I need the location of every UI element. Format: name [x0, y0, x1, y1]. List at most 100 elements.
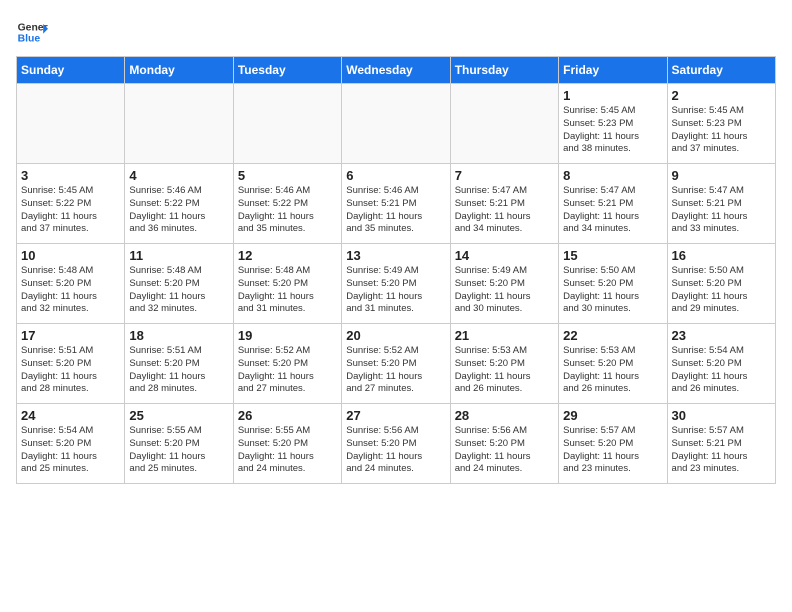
- day-info: Sunrise: 5:50 AM Sunset: 5:20 PM Dayligh…: [672, 265, 771, 316]
- day-number: 21: [455, 328, 554, 343]
- day-cell-27: 27 Sunrise: 5:56 AM Sunset: 5:20 PM Dayli…: [342, 404, 450, 484]
- weekday-header-monday: Monday: [125, 57, 233, 84]
- day-info: Sunrise: 5:53 AM Sunset: 5:20 PM Dayligh…: [563, 345, 662, 396]
- day-cell-18: 18 Sunrise: 5:51 AM Sunset: 5:20 PM Dayli…: [125, 324, 233, 404]
- day-number: 14: [455, 248, 554, 263]
- day-cell-1: 1 Sunrise: 5:45 AM Sunset: 5:23 PM Daylig…: [559, 84, 667, 164]
- day-cell-2: 2 Sunrise: 5:45 AM Sunset: 5:23 PM Daylig…: [667, 84, 775, 164]
- day-info: Sunrise: 5:54 AM Sunset: 5:20 PM Dayligh…: [672, 345, 771, 396]
- day-cell-19: 19 Sunrise: 5:52 AM Sunset: 5:20 PM Dayli…: [233, 324, 341, 404]
- day-cell-13: 13 Sunrise: 5:49 AM Sunset: 5:20 PM Dayli…: [342, 244, 450, 324]
- week-row-5: 24 Sunrise: 5:54 AM Sunset: 5:20 PM Dayli…: [17, 404, 776, 484]
- day-cell-6: 6Sunrise: 5:46 AM Sunset: 5:21 PM Daylig…: [342, 164, 450, 244]
- day-number: 24: [21, 408, 120, 423]
- day-number: 7: [455, 168, 554, 183]
- day-cell-17: 17 Sunrise: 5:51 AM Sunset: 5:20 PM Dayli…: [17, 324, 125, 404]
- day-info: Sunrise: 5:46 AM Sunset: 5:22 PM Dayligh…: [129, 185, 228, 236]
- day-cell-30: 30 Sunrise: 5:57 AM Sunset: 5:21 PM Dayli…: [667, 404, 775, 484]
- day-number: 20: [346, 328, 445, 343]
- day-cell-25: 25Sunrise: 5:55 AM Sunset: 5:20 PM Dayli…: [125, 404, 233, 484]
- day-info: Sunrise: 5:49 AM Sunset: 5:20 PM Dayligh…: [455, 265, 554, 316]
- day-number: 3: [21, 168, 120, 183]
- day-cell-4: 4 Sunrise: 5:46 AM Sunset: 5:22 PM Daylig…: [125, 164, 233, 244]
- weekday-header-friday: Friday: [559, 57, 667, 84]
- day-number: 4: [129, 168, 228, 183]
- day-info: Sunrise: 5:53 AM Sunset: 5:20 PM Dayligh…: [455, 345, 554, 396]
- day-cell-29: 29Sunrise: 5:57 AM Sunset: 5:20 PM Dayli…: [559, 404, 667, 484]
- day-number: 2: [672, 88, 771, 103]
- week-row-4: 17 Sunrise: 5:51 AM Sunset: 5:20 PM Dayli…: [17, 324, 776, 404]
- day-cell-11: 11Sunrise: 5:48 AM Sunset: 5:20 PM Dayli…: [125, 244, 233, 324]
- day-number: 23: [672, 328, 771, 343]
- day-info: Sunrise: 5:47 AM Sunset: 5:21 PM Dayligh…: [455, 185, 554, 236]
- day-info: Sunrise: 5:48 AM Sunset: 5:20 PM Dayligh…: [21, 265, 120, 316]
- empty-cell: [233, 84, 341, 164]
- empty-cell: [17, 84, 125, 164]
- empty-cell: [450, 84, 558, 164]
- day-cell-10: 10 Sunrise: 5:48 AM Sunset: 5:20 PM Dayli…: [17, 244, 125, 324]
- day-number: 28: [455, 408, 554, 423]
- day-info: Sunrise: 5:54 AM Sunset: 5:20 PM Dayligh…: [21, 425, 120, 476]
- day-number: 16: [672, 248, 771, 263]
- day-number: 18: [129, 328, 228, 343]
- day-cell-22: 22 Sunrise: 5:53 AM Sunset: 5:20 PM Dayli…: [559, 324, 667, 404]
- day-cell-8: 8Sunrise: 5:47 AM Sunset: 5:21 PM Daylig…: [559, 164, 667, 244]
- day-info: Sunrise: 5:52 AM Sunset: 5:20 PM Dayligh…: [238, 345, 337, 396]
- week-row-1: 1 Sunrise: 5:45 AM Sunset: 5:23 PM Daylig…: [17, 84, 776, 164]
- day-info: Sunrise: 5:50 AM Sunset: 5:20 PM Dayligh…: [563, 265, 662, 316]
- day-cell-28: 28 Sunrise: 5:56 AM Sunset: 5:20 PM Dayli…: [450, 404, 558, 484]
- day-number: 6: [346, 168, 445, 183]
- day-cell-21: 21 Sunrise: 5:53 AM Sunset: 5:20 PM Dayli…: [450, 324, 558, 404]
- weekday-header-sunday: Sunday: [17, 57, 125, 84]
- day-number: 29: [563, 408, 662, 423]
- empty-cell: [342, 84, 450, 164]
- day-cell-20: 20 Sunrise: 5:52 AM Sunset: 5:20 PM Dayli…: [342, 324, 450, 404]
- svg-text:Blue: Blue: [18, 34, 41, 45]
- weekday-header-wednesday: Wednesday: [342, 57, 450, 84]
- day-cell-9: 9 Sunrise: 5:47 AM Sunset: 5:21 PM Daylig…: [667, 164, 775, 244]
- day-info: Sunrise: 5:45 AM Sunset: 5:22 PM Dayligh…: [21, 185, 120, 236]
- weekday-header-saturday: Saturday: [667, 57, 775, 84]
- day-info: Sunrise: 5:51 AM Sunset: 5:20 PM Dayligh…: [21, 345, 120, 396]
- day-info: Sunrise: 5:46 AM Sunset: 5:22 PM Dayligh…: [238, 185, 337, 236]
- day-cell-14: 14 Sunrise: 5:49 AM Sunset: 5:20 PM Dayli…: [450, 244, 558, 324]
- day-number: 13: [346, 248, 445, 263]
- calendar-table: SundayMondayTuesdayWednesdayThursdayFrid…: [16, 56, 776, 484]
- day-info: Sunrise: 5:48 AM Sunset: 5:20 PM Dayligh…: [238, 265, 337, 316]
- day-number: 15: [563, 248, 662, 263]
- day-number: 30: [672, 408, 771, 423]
- page-header: General Blue: [16, 16, 776, 48]
- day-number: 17: [21, 328, 120, 343]
- empty-cell: [125, 84, 233, 164]
- day-number: 19: [238, 328, 337, 343]
- day-number: 25: [129, 408, 228, 423]
- day-cell-24: 24 Sunrise: 5:54 AM Sunset: 5:20 PM Dayli…: [17, 404, 125, 484]
- day-cell-7: 7 Sunrise: 5:47 AM Sunset: 5:21 PM Daylig…: [450, 164, 558, 244]
- day-info: Sunrise: 5:57 AM Sunset: 5:21 PM Dayligh…: [672, 425, 771, 476]
- day-number: 26: [238, 408, 337, 423]
- day-info: Sunrise: 5:56 AM Sunset: 5:20 PM Dayligh…: [455, 425, 554, 476]
- day-cell-26: 26Sunrise: 5:55 AM Sunset: 5:20 PM Dayli…: [233, 404, 341, 484]
- logo: General Blue: [16, 16, 48, 48]
- day-number: 1: [563, 88, 662, 103]
- day-info: Sunrise: 5:49 AM Sunset: 5:20 PM Dayligh…: [346, 265, 445, 316]
- day-cell-3: 3 Sunrise: 5:45 AM Sunset: 5:22 PM Daylig…: [17, 164, 125, 244]
- day-number: 22: [563, 328, 662, 343]
- day-number: 8: [563, 168, 662, 183]
- day-info: Sunrise: 5:56 AM Sunset: 5:20 PM Dayligh…: [346, 425, 445, 476]
- day-info: Sunrise: 5:51 AM Sunset: 5:20 PM Dayligh…: [129, 345, 228, 396]
- day-number: 5: [238, 168, 337, 183]
- day-info: Sunrise: 5:47 AM Sunset: 5:21 PM Dayligh…: [672, 185, 771, 236]
- day-info: Sunrise: 5:45 AM Sunset: 5:23 PM Dayligh…: [563, 105, 662, 156]
- day-number: 12: [238, 248, 337, 263]
- day-info: Sunrise: 5:45 AM Sunset: 5:23 PM Dayligh…: [672, 105, 771, 156]
- weekday-header-row: SundayMondayTuesdayWednesdayThursdayFrid…: [17, 57, 776, 84]
- day-info: Sunrise: 5:52 AM Sunset: 5:20 PM Dayligh…: [346, 345, 445, 396]
- day-number: 27: [346, 408, 445, 423]
- day-cell-12: 12 Sunrise: 5:48 AM Sunset: 5:20 PM Dayli…: [233, 244, 341, 324]
- day-number: 11: [129, 248, 228, 263]
- day-number: 10: [21, 248, 120, 263]
- day-number: 9: [672, 168, 771, 183]
- weekday-header-tuesday: Tuesday: [233, 57, 341, 84]
- week-row-2: 3 Sunrise: 5:45 AM Sunset: 5:22 PM Daylig…: [17, 164, 776, 244]
